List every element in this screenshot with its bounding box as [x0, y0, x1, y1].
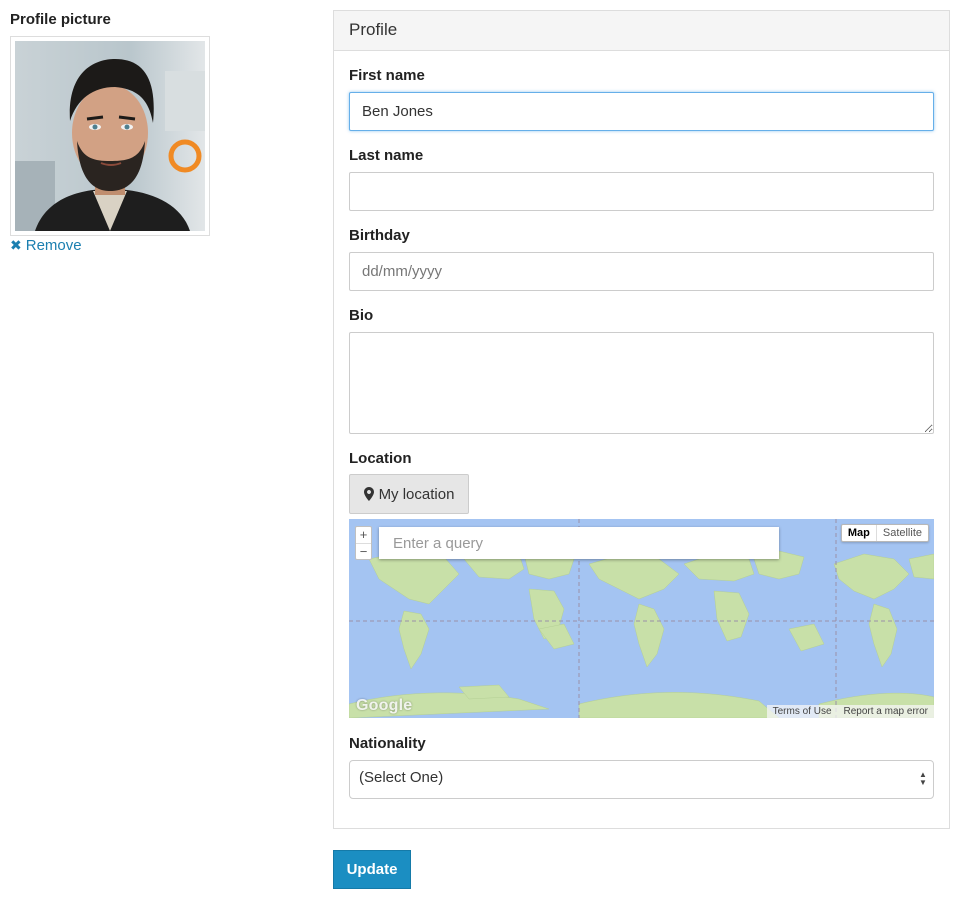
remove-picture-link[interactable]: ✖ Remove: [10, 237, 82, 254]
terms-of-use-link[interactable]: Terms of Use: [767, 705, 838, 718]
map-type-control: Map Satellite: [840, 524, 929, 542]
panel-heading: Profile: [334, 11, 949, 51]
map-type-map-button[interactable]: Map: [842, 525, 877, 541]
map-marker-icon: [363, 487, 374, 501]
bio-label: Bio: [349, 307, 374, 324]
zoom-out-button[interactable]: −: [356, 543, 371, 559]
map-type-satellite-button[interactable]: Satellite: [877, 525, 928, 541]
nationality-selected-value: (Select One): [359, 769, 444, 786]
birthday-label: Birthday: [349, 227, 410, 244]
select-arrows-icon: ▲ ▼: [919, 770, 927, 787]
nationality-label: Nationality: [349, 735, 426, 752]
birthday-input[interactable]: [349, 252, 934, 291]
close-icon: ✖: [10, 237, 22, 253]
bio-textarea[interactable]: [349, 332, 934, 434]
update-button[interactable]: Update: [333, 850, 411, 889]
my-location-button[interactable]: My location: [349, 474, 469, 514]
profile-picture: [10, 36, 210, 236]
profile-photo: [15, 41, 205, 231]
last-name-input[interactable]: [349, 172, 934, 211]
last-name-label: Last name: [349, 147, 424, 164]
profile-panel: Profile First name Last name Birthday Bi…: [333, 10, 950, 829]
map-search-input[interactable]: [379, 527, 779, 559]
first-name-input[interactable]: [349, 92, 934, 131]
profile-picture-title: Profile picture: [10, 11, 111, 28]
my-location-label: My location: [378, 485, 455, 503]
first-name-label: First name: [349, 67, 425, 84]
report-map-error-link[interactable]: Report a map error: [838, 705, 934, 718]
zoom-in-button[interactable]: +: [356, 527, 371, 543]
google-logo: Google: [356, 697, 413, 714]
nationality-select[interactable]: (Select One) ▲ ▼: [349, 760, 934, 799]
location-label: Location: [349, 450, 412, 467]
map-footer: Terms of Use Report a map error: [766, 705, 934, 718]
map-zoom-controls: + −: [355, 526, 372, 560]
location-map[interactable]: + − Map Satellite Google Terms of Use Re…: [349, 519, 934, 718]
remove-label: Remove: [25, 237, 82, 254]
